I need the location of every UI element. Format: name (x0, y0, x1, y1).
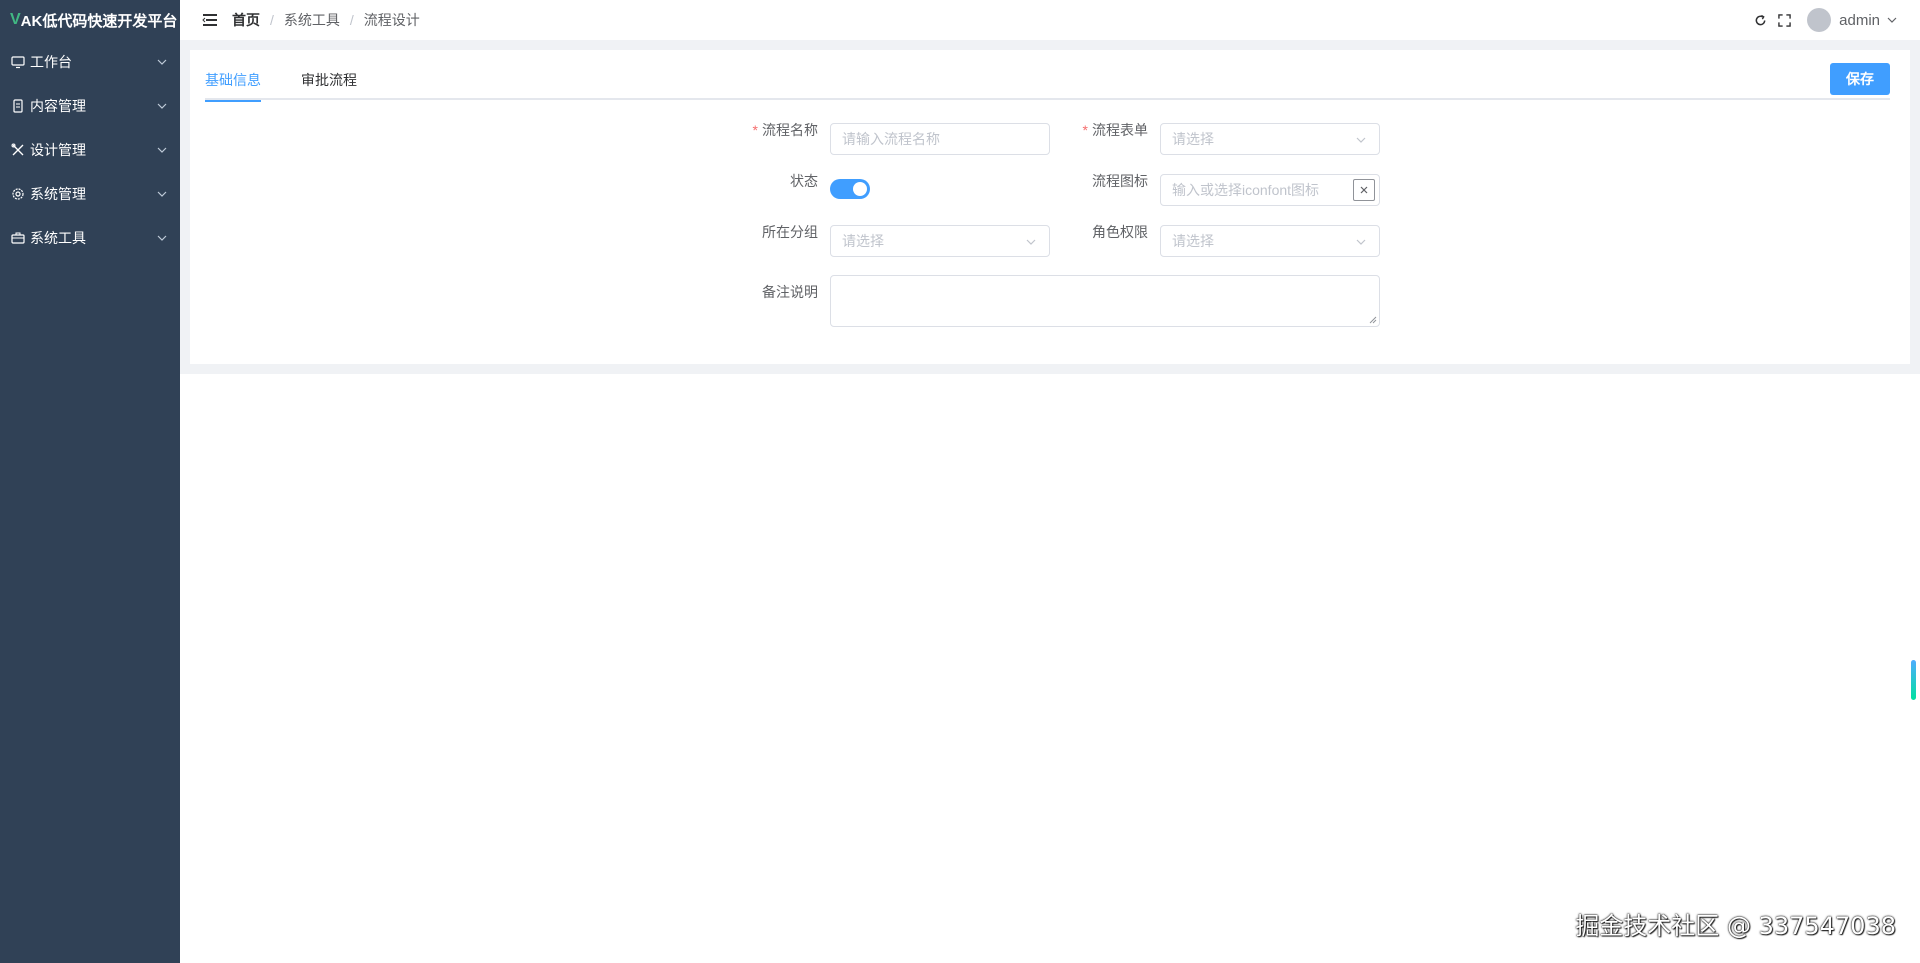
label-text: 备注说明 (762, 284, 818, 300)
remark-textarea[interactable] (830, 275, 1380, 327)
refresh-icon[interactable] (1753, 13, 1767, 27)
status-label: 状态 (718, 171, 818, 191)
sidebar-item-workbench[interactable]: 工作台 (0, 40, 180, 84)
app-title: AK低代码快速开发平台 (20, 12, 178, 30)
breadcrumb-home[interactable]: 首页 (232, 10, 260, 30)
sidebar-item-system[interactable]: 系统管理 (0, 172, 180, 216)
header-actions: admin (1743, 0, 1898, 40)
breadcrumb: 首页 / 系统工具 / 流程设计 (232, 10, 420, 30)
label-text: 流程表单 (1092, 122, 1148, 138)
sidebar-item-label: 工作台 (30, 54, 72, 70)
sidebar-item-label: 内容管理 (30, 98, 86, 114)
chevron-down-icon (1356, 137, 1366, 143)
chevron-down-icon (1026, 239, 1036, 245)
sidebar-item-design[interactable]: 设计管理 (0, 128, 180, 172)
hamburger-icon[interactable] (202, 12, 218, 28)
toggle-knob (853, 182, 867, 196)
document-icon (10, 98, 26, 114)
placeholder: 请选择 (1172, 233, 1214, 249)
logo-mark: V (10, 11, 21, 28)
chevron-down-icon[interactable] (1886, 14, 1898, 26)
breadcrumb-separator: / (270, 12, 274, 28)
breadcrumb-current: 流程设计 (363, 12, 420, 28)
chevron-down-icon (157, 103, 167, 109)
avatar[interactable] (1807, 8, 1832, 32)
role-select[interactable]: 请选择 (1160, 225, 1380, 257)
chevron-down-icon (157, 191, 167, 197)
label-text: 流程名称 (762, 122, 818, 138)
status-toggle[interactable] (830, 179, 870, 199)
scroll-indicator[interactable] (1911, 660, 1916, 700)
label-text: 角色权限 (1092, 224, 1148, 240)
sidebar-item-content[interactable]: 内容管理 (0, 84, 180, 128)
breadcrumb-system-tools: 系统工具 (283, 12, 340, 28)
breadcrumb-separator: / (349, 12, 354, 28)
process-form-label: * 流程表单 (1048, 120, 1148, 140)
label-text: 流程图标 (1092, 173, 1148, 189)
group-label: 所在分组 (718, 222, 818, 242)
watermark: 掘金技术社区 @ 337547038 (1575, 912, 1896, 940)
process-name-label: * 流程名称 (718, 120, 818, 140)
required-mark: * (1082, 122, 1088, 138)
process-form-select[interactable]: 请选择 (1160, 123, 1380, 155)
remark-label: 备注说明 (718, 282, 818, 302)
sidebar-item-tools[interactable]: 系统工具 (0, 216, 180, 260)
chevron-down-icon (157, 59, 167, 65)
top-navbar: 首页 / 系统工具 / 流程设计 admin (180, 0, 1920, 40)
toolbox-icon (10, 230, 26, 246)
chevron-down-icon (157, 147, 167, 153)
design-card: 基础信息 审批流程 保存 * 流程名称 请输入流程名称 * 流程表单 请选择 状态 … (190, 50, 1910, 364)
process-icon-input[interactable]: 输入或选择iconfont图标 (1160, 174, 1380, 206)
resize-handle-icon[interactable] (1369, 316, 1377, 324)
sidebar-item-label: 系统工具 (30, 230, 86, 246)
placeholder: 请选择 (842, 233, 884, 249)
fullscreen-icon[interactable] (1777, 13, 1791, 27)
chevron-down-icon (157, 235, 167, 241)
gear-icon (10, 186, 26, 202)
basic-info-form: * 流程名称 请输入流程名称 * 流程表单 请选择 状态 流程图标 输入或选择ico… (190, 50, 1910, 364)
process-icon-label: 流程图标 (1048, 171, 1148, 191)
placeholder: 输入或选择iconfont图标 (1172, 182, 1320, 198)
placeholder: 请输入流程名称 (842, 131, 940, 147)
tools-icon (10, 142, 26, 158)
chevron-down-icon (1356, 239, 1366, 245)
username[interactable]: admin (1839, 12, 1880, 29)
monitor-icon (10, 54, 26, 70)
group-select[interactable]: 请选择 (830, 225, 1050, 257)
required-mark: * (752, 122, 758, 138)
sidebar-item-label: 系统管理 (30, 186, 86, 202)
app-logo[interactable]: V AK低代码快速开发平台 (0, 0, 180, 40)
close-icon[interactable] (1353, 179, 1375, 201)
placeholder: 请选择 (1172, 131, 1214, 147)
process-name-input[interactable]: 请输入流程名称 (830, 123, 1050, 155)
role-label: 角色权限 (1048, 222, 1148, 242)
label-text: 状态 (790, 173, 818, 189)
sidebar-item-label: 设计管理 (30, 142, 86, 158)
label-text: 所在分组 (762, 224, 818, 240)
sidebar: V AK低代码快速开发平台 工作台 内容管理 设计管理 系统管理 系统工具 (0, 0, 180, 963)
